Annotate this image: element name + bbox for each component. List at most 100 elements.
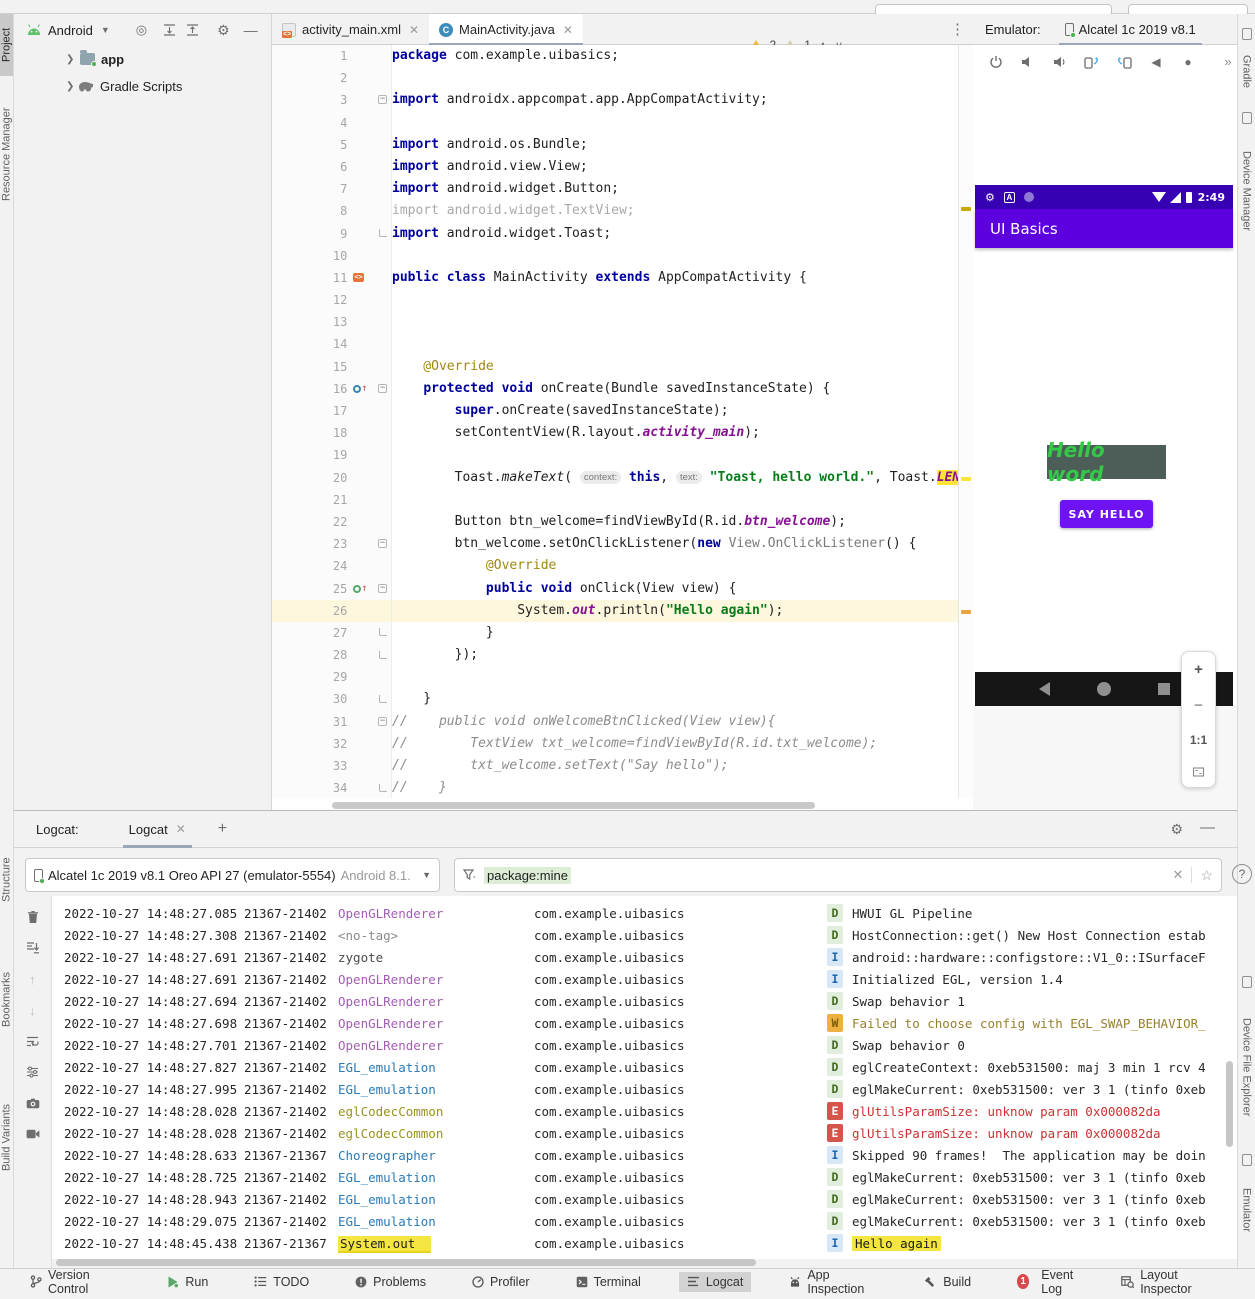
gutter[interactable]: 29 [272,666,392,689]
code-line[interactable]: 12 [272,289,958,312]
filter-funnel-icon[interactable] [463,869,477,881]
stripe-bookmarks[interactable]: Bookmarks [0,956,13,1042]
nav-back-icon[interactable] [1038,682,1050,696]
tab-mainactivity-java[interactable]: C MainActivity.java ✕ [429,14,583,46]
code-line[interactable]: 7 import android.widget.Button; [272,178,958,201]
gutter[interactable]: 3− [272,89,392,112]
fold-marker-icon[interactable]: − [374,533,391,555]
emulator-device-tab[interactable]: Alcatel 1c 2019 v8.1 [1058,14,1202,46]
code-line[interactable]: 16 ↑ − protected void onCreate(Bundle save… [272,377,958,400]
clear-logcat-icon[interactable] [24,908,42,926]
code-line[interactable]: 30 } [272,688,958,711]
gutter[interactable]: 24 [272,555,392,578]
statusbar-item-build[interactable]: Build [916,1272,979,1292]
fold-marker-icon[interactable] [374,644,391,666]
gutter[interactable]: 6 [272,155,392,179]
editor-horizontal-scrollbar[interactable] [332,802,815,809]
gutter[interactable]: 17 [272,400,392,423]
stripe-emulator[interactable]: Emulator [1238,1170,1255,1250]
code-text[interactable]: System.out.println("Hello again"); [392,600,958,622]
logcat-row[interactable]: 2022-10-27 14:48:27.995 21367-21402 EGL_em… [52,1078,1237,1100]
code-text[interactable]: // txt_welcome.setText("Say hello"); [392,755,958,777]
expand-all-icon[interactable] [163,24,176,36]
code-line[interactable]: 20 Toast.makeText( context: this, text: … [272,466,958,489]
next-occurrence-icon[interactable]: ↓ [24,1001,42,1019]
fold-marker-icon[interactable]: − [374,578,391,600]
logcat-tab[interactable]: Logcat ✕ [119,811,196,848]
code-text[interactable]: protected void onCreate(Bundle savedInst… [392,378,958,400]
stripe-project[interactable]: Project [0,14,13,76]
code-area[interactable]: 1 package com.example.uibasics; 2 3− import … [272,45,958,798]
screenshot-icon[interactable] [24,1094,42,1112]
rotate-left-icon[interactable] [1083,53,1101,71]
code-line[interactable]: 1 package com.example.uibasics; [272,45,958,68]
zoom-reset-button[interactable]: 1:1 [1190,733,1207,747]
volume-up-icon[interactable] [1051,53,1069,71]
gutter[interactable]: 30 [272,688,392,711]
code-line[interactable]: 22 Button btn_welcome=findViewById(R.id.… [272,510,958,534]
code-text[interactable]: }); [392,644,958,666]
gutter[interactable]: 25 ↑ − [272,577,392,600]
tree-item-app[interactable]: ❯ app [14,46,271,72]
gutter[interactable]: 22 [272,510,392,534]
power-icon[interactable] [987,53,1005,71]
statusbar-item-version-control[interactable]: Version Control [22,1265,129,1299]
statusbar-item-run[interactable]: Run [159,1272,216,1292]
code-text[interactable]: } [392,622,958,644]
code-text[interactable]: import android.widget.TextView; [392,200,958,222]
fold-marker-icon[interactable]: − [374,711,391,733]
gutter[interactable]: 15 [272,355,392,378]
logcat-row[interactable]: 2022-10-27 14:48:27.691 21367-21402 zygote… [52,946,1237,968]
gutter[interactable]: 18 [272,422,392,445]
rotate-right-icon[interactable] [1115,53,1133,71]
class-gutter-icon[interactable]: <> [353,267,374,289]
stripe-device-file-explorer[interactable]: Device File Explorer [1238,992,1255,1142]
logcat-row[interactable]: 2022-10-27 14:48:28.725 21367-21402 EGL_em… [52,1166,1237,1188]
fold-marker-icon[interactable]: − [374,89,391,111]
code-text[interactable] [392,67,958,89]
code-text[interactable]: // public void onWelcomeBtnClicked(View … [392,711,958,733]
nav-home-icon[interactable] [1096,682,1111,696]
code-line[interactable]: 27 } [272,621,958,645]
code-text[interactable]: @Override [392,555,958,577]
gutter[interactable]: 8 [272,200,392,223]
logcat-row[interactable]: 2022-10-27 14:48:27.698 21367-21402 OpenGL… [52,1012,1237,1034]
code-text[interactable] [392,245,958,267]
close-tab-icon[interactable]: ✕ [409,23,419,37]
code-text[interactable]: Button btn_welcome=findViewById(R.id.btn… [392,511,958,533]
logcat-row[interactable]: 2022-10-27 14:48:27.085 21367-21402 OpenGL… [52,902,1237,924]
gutter[interactable]: 7 [272,178,392,201]
gutter[interactable]: 1 [272,45,392,68]
stripe-gradle[interactable]: Gradle [1238,44,1255,100]
fold-marker-icon[interactable] [374,223,391,245]
filter-help-icon[interactable]: ? [1232,864,1252,884]
logcat-row[interactable]: 2022-10-27 14:48:28.028 21367-21402 eglCod… [52,1100,1237,1122]
tree-item-gradle-scripts[interactable]: ❯ Gradle Scripts [14,73,271,99]
fold-marker-icon[interactable] [374,622,391,644]
logcat-vertical-scrollbar[interactable] [1226,1061,1233,1147]
expand-chevron-icon[interactable]: ❯ [66,54,78,65]
collapse-all-icon[interactable] [186,24,199,36]
gutter[interactable]: 9 [272,222,392,245]
code-line[interactable]: 9 import android.widget.Toast; [272,222,958,245]
code-text[interactable]: public void onClick(View view) { [392,578,958,600]
code-text[interactable]: super.onCreate(savedInstanceState); [392,400,958,422]
gutter[interactable]: 16 ↑ − [272,377,392,400]
code-line[interactable]: 19 [272,444,958,467]
code-text[interactable]: import android.widget.Toast; [392,223,958,245]
gutter[interactable]: 12 [272,289,392,312]
logcat-row[interactable]: 2022-10-27 14:48:29.075 21367-21402 EGL_em… [52,1210,1237,1232]
code-text[interactable]: public class MainActivity extends AppCom… [392,267,958,289]
code-text[interactable] [392,489,958,511]
gutter[interactable]: 21 [272,488,392,511]
editor-options-kebab-icon[interactable]: ⋮ [950,20,965,38]
logcat-settings-gear-icon[interactable]: ⚙ [1170,821,1183,838]
gutter[interactable]: 26 [272,599,392,622]
close-tab-icon[interactable]: ✕ [563,23,573,37]
statusbar-item-app-inspection[interactable]: App Inspection [781,1265,886,1299]
code-line[interactable]: 18 setContentView(R.layout.activity_main… [272,422,958,445]
new-logcat-tab-icon[interactable]: + [218,820,227,838]
code-text[interactable]: setContentView(R.layout.activity_main); [392,422,958,444]
statusbar-item-terminal[interactable]: Terminal [568,1272,649,1292]
logcat-filter-input[interactable]: package:mine ✕ ☆ [454,858,1222,892]
